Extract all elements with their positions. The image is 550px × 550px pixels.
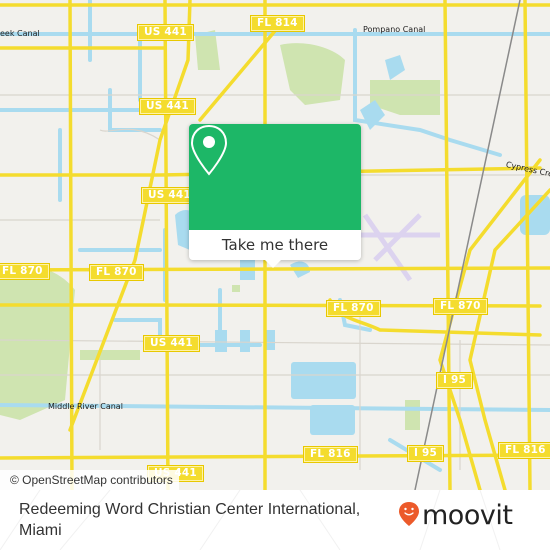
road-shield-us441: US 441 (137, 24, 194, 41)
road-shield-us441: US 441 (139, 98, 196, 115)
place-name: Redeeming Word Christian Center Internat… (19, 501, 361, 539)
road-shield-us441: US 441 (143, 335, 200, 352)
moovit-pin-logo-icon (398, 501, 420, 531)
take-me-there-button[interactable]: Take me there (189, 230, 361, 260)
map-attribution[interactable]: © OpenStreetMap contributors (0, 470, 179, 490)
road-shield-fl870: FL 870 (326, 300, 381, 317)
road-shield-fl870: FL 870 (433, 298, 488, 315)
road-shield-i95: I 95 (436, 372, 473, 389)
water-label-creek-canal: eek Canal (0, 29, 40, 38)
road-shield-fl816: FL 816 (498, 442, 550, 459)
popup-tail (265, 260, 281, 268)
moovit-wordmark: moovit (422, 500, 513, 531)
road-shield-fl814: FL 814 (250, 15, 305, 32)
railway (414, 0, 521, 490)
road-shield-fl870: FL 870 (89, 264, 144, 281)
popup-header (189, 124, 361, 230)
location-popup[interactable]: Take me there (189, 124, 361, 268)
road-shield-i95: I 95 (407, 445, 444, 462)
road-shield-fl816: FL 816 (303, 446, 358, 463)
water-label-pompano-canal: Pompano Canal (363, 25, 426, 34)
water-label-middle-river-canal: Middle River Canal (48, 402, 123, 411)
moovit-logo[interactable]: moovit (398, 500, 513, 531)
map-view[interactable]: US 441 US 441 US 441 US 441 US 441 FL 81… (0, 0, 550, 490)
road-shield-fl870: FL 870 (0, 263, 50, 280)
